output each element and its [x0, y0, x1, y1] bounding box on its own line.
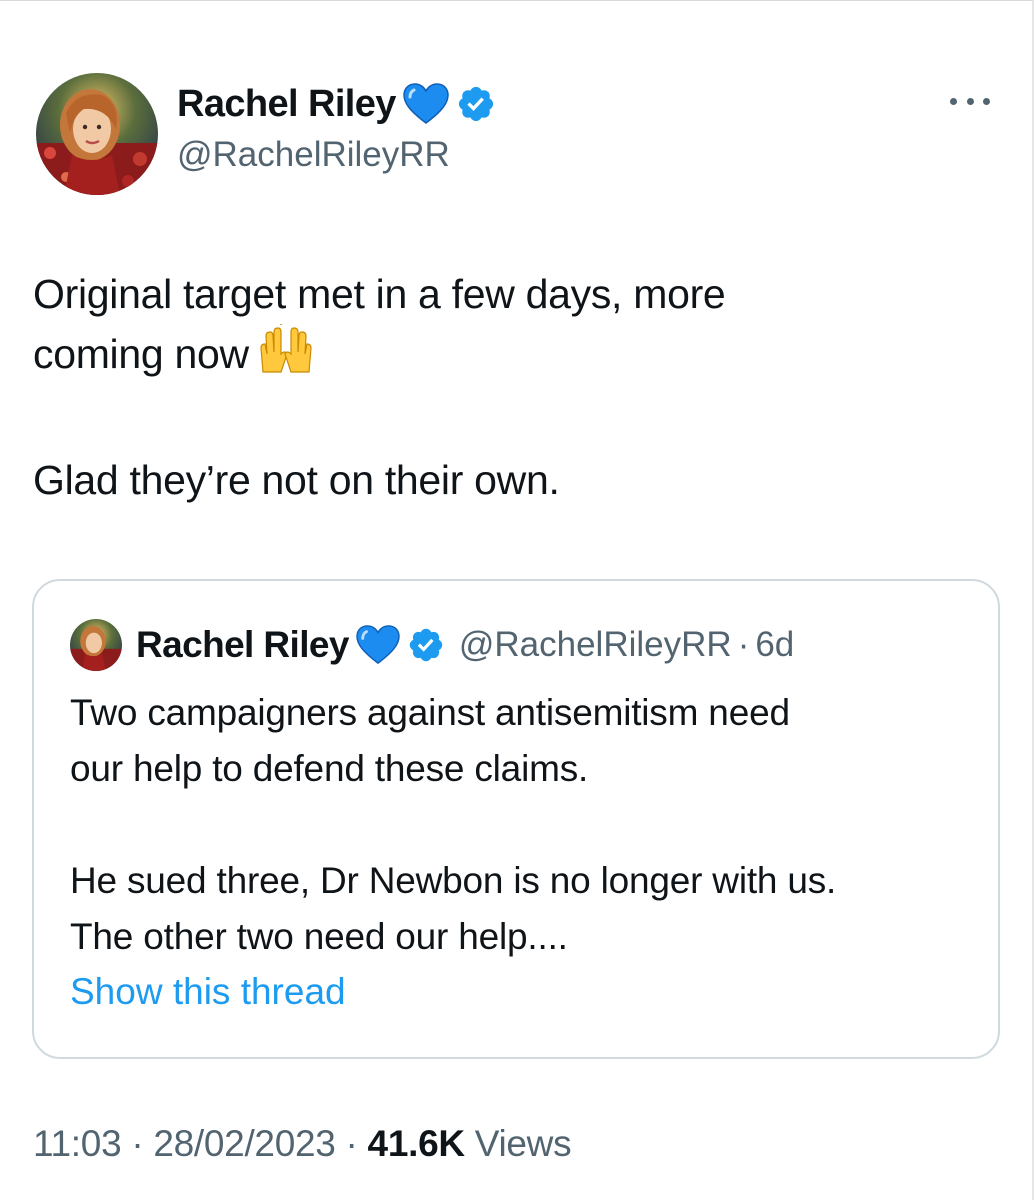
quoted-text-line: Two campaigners against antisemitism nee… — [70, 692, 790, 733]
dot — [966, 97, 974, 105]
tweet-text-line: Original target met in a few days, more — [33, 271, 726, 317]
meta-separator: · — [345, 1123, 358, 1164]
profile-photo-icon — [70, 619, 122, 671]
author-avatar[interactable] — [36, 73, 158, 195]
dot — [983, 97, 990, 105]
author-display-name[interactable]: Rachel Riley — [177, 83, 396, 126]
profile-photo-icon — [36, 73, 158, 195]
tweet-meta: 11:03 · 28/02/2023 · 41.6K Views — [33, 1123, 572, 1165]
quoted-text-line: our help to defend these claims. — [70, 748, 589, 789]
quoted-author-handle: @RachelRileyRR — [458, 625, 732, 664]
author-block: Rachel Riley @RachelRileyRR — [177, 79, 496, 175]
author-name-row: Rachel Riley — [177, 79, 496, 129]
quoted-tweet-card[interactable]: Rachel Riley @RachelRileyRR · 6d Two cam… — [32, 579, 1000, 1059]
quoted-author-avatar — [70, 619, 122, 671]
tweet-text-line: Glad they’re not on their own. — [33, 457, 560, 503]
quoted-tweet-header: Rachel Riley @RachelRileyRR · 6d — [70, 619, 794, 671]
quoted-timestamp: 6d — [755, 625, 795, 664]
quoted-text-line: The other two need our help.... — [70, 916, 568, 957]
quoted-tweet-text: Two campaigners against antisemitism nee… — [70, 685, 980, 965]
more-options-icon[interactable] — [950, 91, 990, 111]
meta-separator: · — [131, 1123, 144, 1164]
quoted-text-line: He sued three, Dr Newbon is no longer wi… — [70, 860, 837, 901]
tweet-date[interactable]: 28/02/2023 — [153, 1123, 335, 1164]
tweet-time[interactable]: 11:03 — [33, 1123, 122, 1164]
show-thread-link[interactable]: Show this thread — [70, 971, 346, 1013]
author-handle[interactable]: @RachelRileyRR — [177, 135, 496, 175]
dot — [950, 97, 957, 105]
tweet-text-fragment: coming now — [33, 331, 249, 377]
quoted-author-display-name: Rachel Riley — [136, 624, 349, 665]
blue-heart-icon — [356, 625, 400, 665]
tweet-detail: Rachel Riley @RachelRileyRR Original tar… — [0, 0, 1034, 1200]
tweet-text: Original target met in a few days, more … — [33, 264, 983, 510]
verified-badge-icon — [409, 628, 443, 662]
raising-hands-emoji-icon — [257, 320, 315, 390]
blue-heart-icon — [403, 83, 449, 124]
quoted-separator: · — [737, 625, 750, 664]
verified-badge-icon — [458, 86, 493, 122]
views-count: 41.6K — [367, 1123, 466, 1164]
views-label: Views — [474, 1123, 572, 1164]
tweet-text-line: coming now — [33, 320, 983, 390]
